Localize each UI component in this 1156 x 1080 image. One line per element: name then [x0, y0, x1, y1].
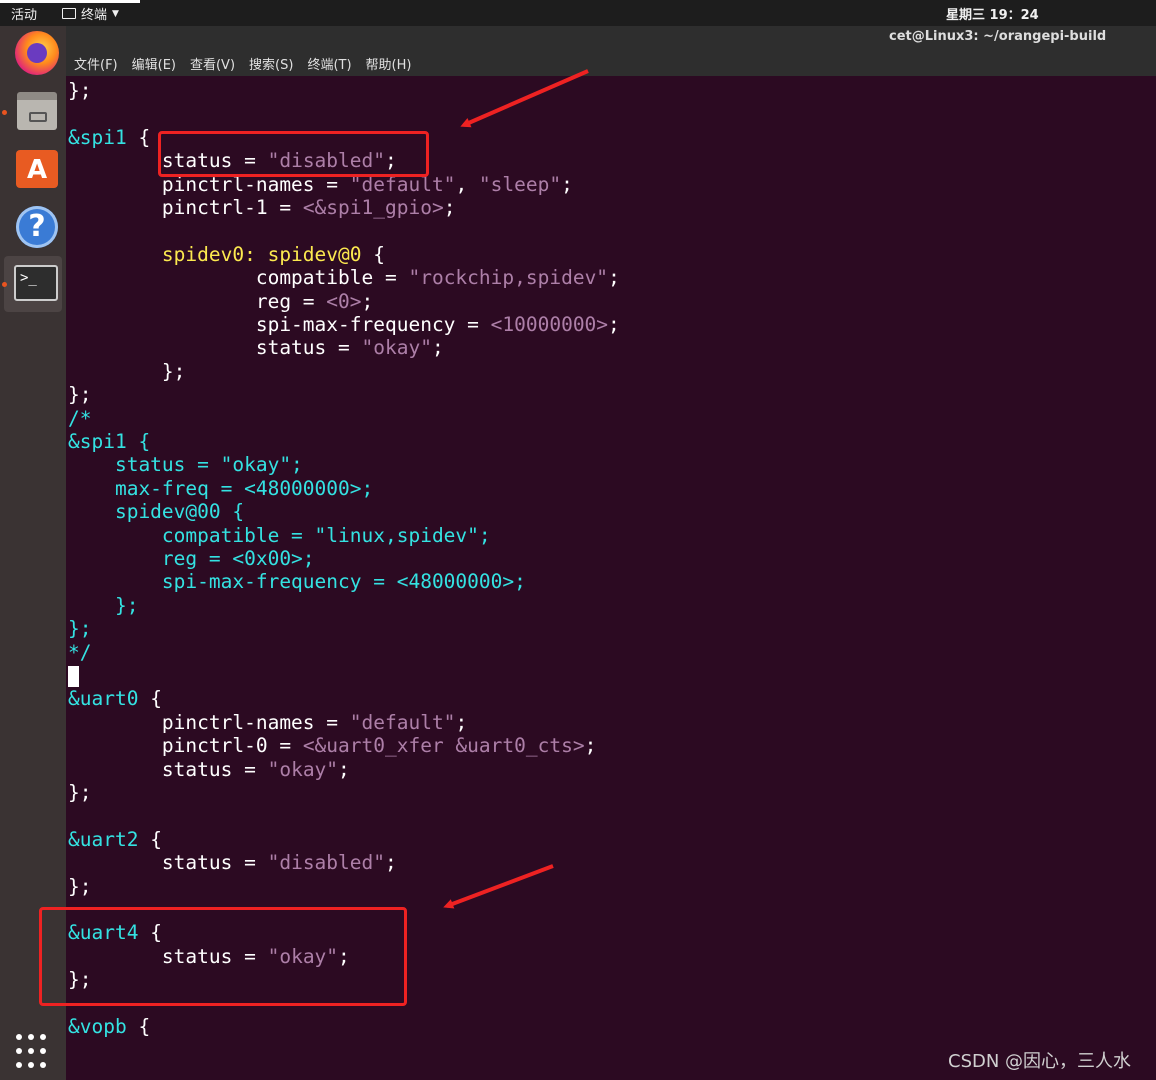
arrow-uart4	[443, 864, 554, 909]
watermark: CSDN @因心，三人水	[948, 1051, 1132, 1072]
annotation-arrows	[443, 69, 589, 909]
